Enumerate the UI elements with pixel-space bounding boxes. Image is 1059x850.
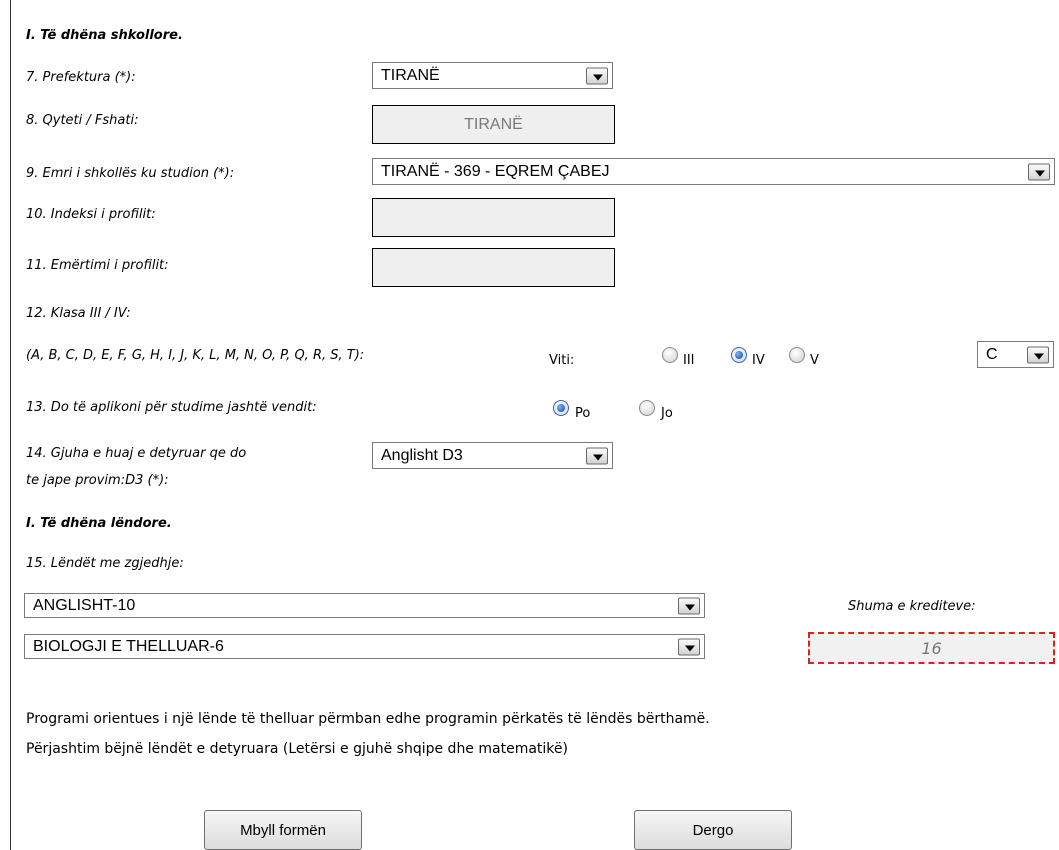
school-select[interactable]: TIRANË - 369 - EQREM ÇABEJ: [372, 158, 1055, 185]
prefektura-select[interactable]: TIRANË: [372, 62, 613, 89]
qyteti-label: 8. Qyteti / Fshati:: [26, 113, 139, 128]
prefektura-label: 7. Prefektura (*):: [26, 70, 136, 85]
prefektura-value: TIRANË: [381, 66, 440, 84]
class-letter-select[interactable]: C: [977, 341, 1054, 368]
chevron-down-icon[interactable]: [586, 447, 608, 464]
chevron-down-icon[interactable]: [678, 638, 700, 655]
indeksi-label: 10. Indeksi i profilit:: [26, 207, 156, 222]
emertimi-field[interactable]: [372, 248, 615, 287]
credits-total-field: 16: [808, 632, 1055, 664]
gjuha-label-line2: te jape provim:D3 (*):: [26, 473, 169, 488]
studime-label: 13. Do të aplikoni për studime jashtë ve…: [26, 400, 317, 415]
subject-2-value: BIOLOGJI E THELLUAR-6: [33, 637, 224, 655]
close-form-button[interactable]: Mbyll formën: [204, 810, 362, 850]
radio-viti-iv-label: IV: [752, 353, 765, 368]
subject-1-value: ANGLISHT-10: [33, 596, 136, 614]
note-line-1: Programi orientues i një lënde të thellu…: [26, 711, 710, 727]
subject-select-1[interactable]: ANGLISHT-10: [24, 593, 705, 618]
section-heading-school: I. Të dhëna shkollore.: [26, 28, 183, 43]
left-border-line: [10, 0, 11, 850]
radio-viti-iii[interactable]: [662, 347, 678, 363]
credits-label: Shuma e krediteve:: [848, 599, 976, 614]
note-line-2: Përjashtim bëjnë lëndët e detyruara (Let…: [26, 741, 568, 757]
chevron-down-icon[interactable]: [586, 67, 608, 84]
emertimi-label: 11. Emërtimi i profilit:: [26, 258, 169, 273]
foreign-language-value: Anglisht D3: [381, 446, 463, 464]
chevron-down-icon[interactable]: [1028, 163, 1050, 180]
school-value: TIRANË - 369 - EQREM ÇABEJ: [381, 162, 610, 180]
radio-jo[interactable]: [639, 400, 655, 416]
radio-po-label: Po: [575, 406, 591, 421]
class-letter-value: C: [986, 345, 998, 363]
send-button[interactable]: Dergo: [634, 810, 792, 850]
indeksi-field[interactable]: [372, 198, 615, 237]
subject-select-2[interactable]: BIOLOGJI E THELLUAR-6: [24, 634, 705, 659]
chevron-down-icon[interactable]: [678, 597, 700, 614]
chevron-down-icon[interactable]: [1027, 346, 1049, 363]
gjuha-label-line1: 14. Gjuha e huaj e detyruar qe do: [26, 446, 247, 461]
radio-viti-v-label: V: [810, 353, 819, 368]
section-heading-subjects: I. Të dhëna lëndore.: [26, 516, 172, 531]
radio-viti-iii-label: III: [683, 353, 695, 368]
qyteti-field[interactable]: TIRANË: [372, 105, 615, 144]
radio-viti-v[interactable]: [789, 347, 805, 363]
radio-jo-label: Jo: [661, 406, 673, 421]
foreign-language-select[interactable]: Anglisht D3: [372, 442, 613, 469]
radio-po[interactable]: [553, 400, 569, 416]
radio-viti-iv[interactable]: [731, 347, 747, 363]
viti-label: Viti:: [549, 353, 575, 368]
lendet-label: 15. Lëndët me zgjedhje:: [26, 556, 184, 571]
klasa-letters-label: (A, B, C, D, E, F, G, H, I, J, K, L, M, …: [26, 348, 365, 363]
school-label: 9. Emri i shkollës ku studion (*):: [26, 166, 235, 181]
klasa-label: 12. Klasa III / IV:: [26, 306, 131, 321]
